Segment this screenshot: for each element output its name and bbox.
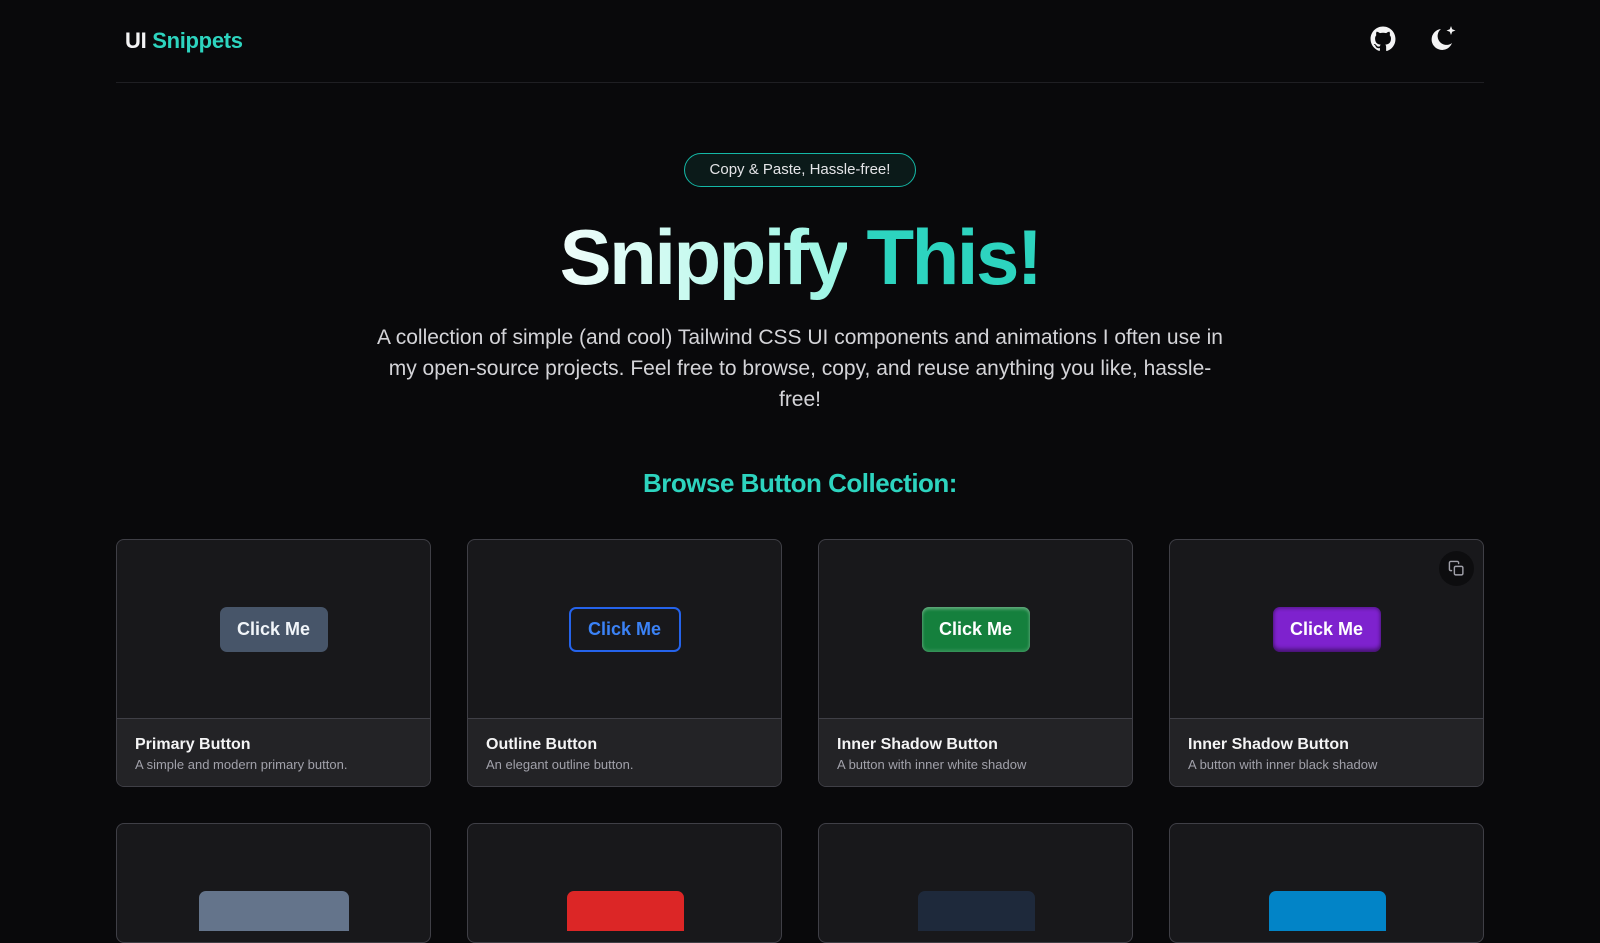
logo-text-snippets: Snippets bbox=[152, 28, 243, 53]
card-preview: Click Me bbox=[468, 540, 781, 719]
logo-text-ui: UI bbox=[125, 28, 147, 53]
copy-code-button[interactable] bbox=[1439, 551, 1474, 586]
card-info: Inner Shadow Button A button with inner … bbox=[819, 719, 1132, 786]
demo-button-partial[interactable] bbox=[567, 891, 684, 931]
card-description: A simple and modern primary button. bbox=[135, 757, 348, 772]
card-title: Inner Shadow Button bbox=[1188, 736, 1349, 753]
component-card: Click Me Inner Shadow Button A button wi… bbox=[818, 539, 1133, 787]
primary-demo-button[interactable]: Click Me bbox=[219, 606, 328, 652]
hero-badge: Copy & Paste, Hassle-free! bbox=[684, 153, 916, 187]
card-info: Primary Button A simple and modern prima… bbox=[117, 719, 430, 786]
inner-black-shadow-demo-button[interactable]: Click Me bbox=[1272, 606, 1381, 652]
theme-toggle-button[interactable] bbox=[1428, 24, 1458, 54]
component-card bbox=[116, 823, 431, 943]
card-info: Inner Shadow Button A button with inner … bbox=[1170, 719, 1483, 786]
component-card bbox=[818, 823, 1133, 943]
moon-stars-icon bbox=[1431, 26, 1456, 50]
component-card: Click Me Primary Button A simple and mod… bbox=[116, 539, 431, 787]
site-header: UI Snippets bbox=[116, 0, 1484, 83]
inner-white-shadow-demo-button[interactable]: Click Me bbox=[921, 606, 1030, 652]
component-card: Click Me Inner Shadow Button A button wi… bbox=[1169, 539, 1484, 787]
card-description: A button with inner black shadow bbox=[1188, 757, 1378, 772]
component-card bbox=[1169, 823, 1484, 943]
card-description: A button with inner white shadow bbox=[837, 757, 1027, 772]
card-preview: Click Me bbox=[117, 540, 430, 719]
demo-button-partial[interactable] bbox=[918, 891, 1035, 931]
component-card bbox=[467, 823, 782, 943]
copy-icon bbox=[1448, 560, 1464, 576]
card-title: Outline Button bbox=[486, 736, 598, 753]
hero-title-part1: Snippify bbox=[559, 213, 850, 301]
github-icon bbox=[1370, 26, 1396, 52]
button-grid: Click Me Primary Button A simple and mod… bbox=[116, 539, 1484, 943]
site-logo[interactable]: UI Snippets bbox=[125, 28, 243, 54]
demo-button-partial[interactable] bbox=[199, 891, 349, 931]
outline-demo-button[interactable]: Click Me bbox=[568, 606, 681, 652]
card-preview: Click Me bbox=[1170, 540, 1483, 719]
card-preview: Click Me bbox=[819, 540, 1132, 719]
card-title: Inner Shadow Button bbox=[837, 736, 998, 753]
card-info: Outline Button An elegant outline button… bbox=[468, 719, 781, 786]
hero-title-part2: This! bbox=[866, 213, 1043, 301]
demo-button-partial[interactable] bbox=[1269, 891, 1386, 931]
section-title: Browse Button Collection: bbox=[643, 468, 957, 498]
hero-description: A collection of simple (and cool) Tailwi… bbox=[377, 326, 1223, 411]
component-card: Click Me Outline Button An elegant outli… bbox=[467, 539, 782, 787]
hero-title: Snippify This! bbox=[0, 210, 1600, 304]
header-actions bbox=[1368, 24, 1458, 54]
github-link[interactable] bbox=[1368, 24, 1398, 54]
card-description: An elegant outline button. bbox=[486, 757, 634, 772]
card-title: Primary Button bbox=[135, 736, 251, 753]
